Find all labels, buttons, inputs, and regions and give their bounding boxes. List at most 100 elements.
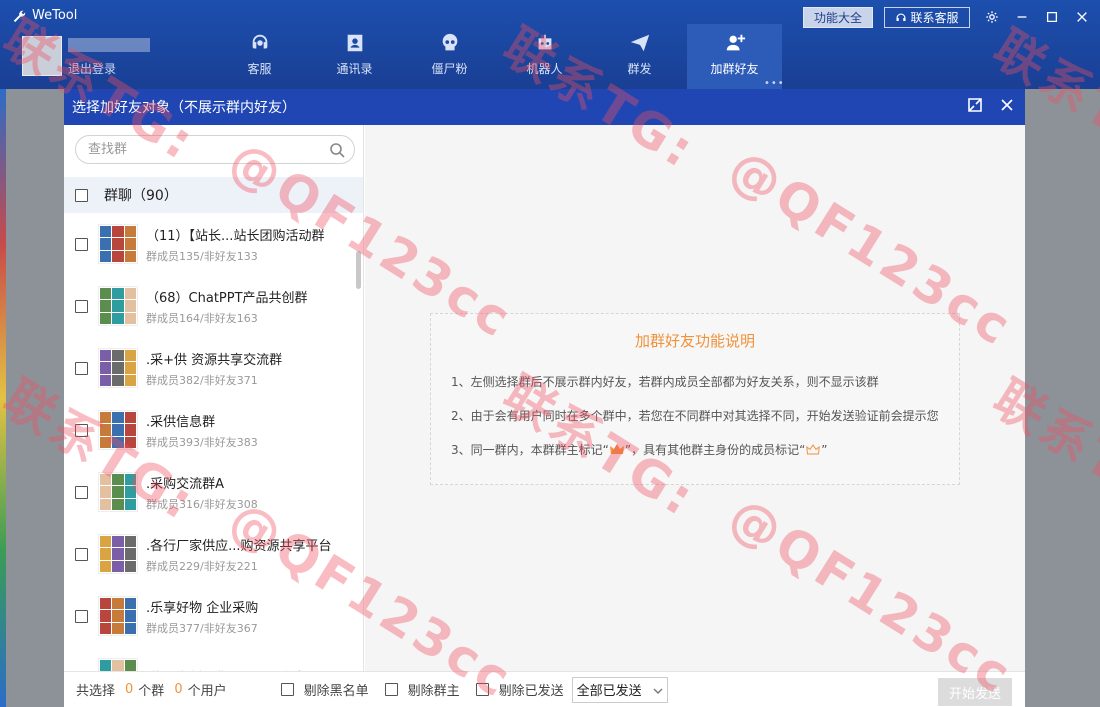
headset-icon: [252, 34, 267, 49]
group-avatar: [98, 534, 138, 574]
group-avatar: [98, 224, 138, 264]
background-desktop-right: [1025, 89, 1100, 707]
avatar[interactable]: [22, 36, 62, 76]
group-member-stats: 群成员393/非好友383: [146, 435, 258, 449]
group-avatar: [98, 658, 138, 671]
nav-item-contacts[interactable]: 通讯录: [307, 24, 402, 89]
group-name: .采+供 资源共享交流群: [146, 352, 283, 368]
list-item[interactable]: .采+供 资源共享交流群 群成员382/非好友371: [64, 337, 363, 399]
info-line-2: 2、由于会有用户同时在多个群中，若您在不同群中对其选择不同，开始发送验证前会提示…: [451, 409, 939, 423]
list-item[interactable]: .采购交流群A 群成员316/非好友308: [64, 461, 363, 523]
group-avatar: [98, 472, 138, 512]
exclude-blacklist-option[interactable]: 剔除黑名单: [280, 680, 369, 699]
info-line-3: 3、同一群内，本群群主标记“ ”，具有其他群主身份的成员标记“ ”: [451, 442, 828, 458]
main-nav: 客服 通讯录 僵尸粉 机器人 群发 加群好友: [212, 24, 782, 89]
exclude-owner-checkbox[interactable]: [384, 683, 398, 696]
list-scrollbar[interactable]: [356, 251, 361, 289]
group-checkbox[interactable]: [75, 423, 88, 437]
nav-item-robot[interactable]: 机器人: [497, 24, 592, 89]
nav-item-broadcast[interactable]: 群发: [592, 24, 687, 89]
send-icon: [630, 34, 649, 52]
group-checkbox[interactable]: [75, 547, 88, 561]
group-member-stats: 群成员135/非好友133: [146, 249, 258, 263]
dialog-close-button[interactable]: [999, 97, 1015, 117]
list-item[interactable]: .乐享好物 企业采购 群成员377/非好友367: [64, 585, 363, 647]
start-send-button[interactable]: 开始发送: [938, 678, 1012, 706]
dialog-footer: 共选择 0 个群 0 个用户 剔除黑名单 剔除群主 剔除已发送 全部已发送 开始…: [64, 671, 1025, 707]
group-checkbox[interactable]: [75, 237, 88, 251]
group-avatar: [98, 286, 138, 326]
contacts-icon: [347, 34, 362, 52]
nav-item-zombie[interactable]: 僵尸粉: [402, 24, 497, 89]
group-header-label: 群聊（90）: [104, 188, 178, 204]
group-text: （11）【站长...站长团购活动群 群成员135/非好友133: [146, 225, 324, 264]
gear-icon: [986, 11, 998, 23]
group-list: （11）【站长...站长团购活动群 群成员135/非好友133 （68）ChatPP…: [64, 213, 363, 671]
group-header-row[interactable]: 群聊（90）: [64, 177, 363, 213]
group-member-stats: 群成员316/非好友308: [146, 497, 258, 511]
add-user-icon: [726, 34, 745, 51]
logout-link[interactable]: 退出登录: [68, 60, 116, 77]
app-header: WeTool 退出登录 客服 通讯录 僵尸粉 机器人 群发 加群好友 ••• 功…: [0, 0, 1100, 89]
group-checkbox[interactable]: [75, 361, 88, 375]
minimize-icon: [1017, 16, 1027, 18]
list-item[interactable]: （11）【站长...站长团购活动群 群成员135/非好友133: [64, 213, 363, 275]
list-item[interactable]: .采供信息群 群成员393/非好友383: [64, 399, 363, 461]
search-input[interactable]: [88, 142, 318, 157]
select-all-checkbox[interactable]: [75, 188, 88, 202]
list-item[interactable]: .礼品定制百货...（零城广告册）: [64, 647, 363, 671]
more-dots[interactable]: •••: [764, 78, 785, 89]
group-name: （68）ChatPPT产品共创群: [146, 290, 308, 306]
users-unit: 个用户: [187, 684, 227, 699]
close-app-button[interactable]: [1072, 7, 1092, 27]
chevron-down-icon: [653, 688, 663, 694]
features-button[interactable]: 功能大全: [803, 7, 873, 28]
search-icon[interactable]: [329, 142, 345, 158]
expand-icon: [968, 98, 982, 112]
maximize-button[interactable]: [1042, 7, 1062, 27]
search-box: [75, 135, 355, 164]
group-name: .乐享好物 企业采购: [146, 600, 259, 616]
dialog-maximize-button[interactable]: [967, 97, 983, 117]
sent-filter-select[interactable]: 全部已发送: [571, 676, 668, 703]
group-text: .各行厂家供应...购资源共享平台 群成员229/非好友221: [146, 535, 332, 574]
list-item[interactable]: .各行厂家供应...购资源共享平台 群成员229/非好友221: [64, 523, 363, 585]
group-avatar: [98, 348, 138, 388]
window-controls: [982, 7, 1092, 27]
group-member-stats: 群成员229/非好友221: [146, 559, 258, 573]
exclude-sent-checkbox[interactable]: [475, 683, 489, 696]
selected-groups-count: 0: [125, 682, 134, 697]
list-item[interactable]: （68）ChatPPT产品共创群 群成员164/非好友163: [64, 275, 363, 337]
info-panel: 加群好友功能说明 1、左侧选择群后不展示群内好友，若群内成员全部都为好友关系，则…: [365, 125, 1025, 671]
exclude-blacklist-checkbox[interactable]: [280, 683, 294, 696]
group-text: .采购交流群A 群成员316/非好友308: [146, 473, 258, 512]
nav-item-kefu[interactable]: 客服: [212, 24, 307, 89]
group-avatar: [98, 410, 138, 450]
group-avatar: [98, 596, 138, 636]
exclude-sent-option[interactable]: 剔除已发送: [475, 680, 564, 699]
group-text: （68）ChatPPT产品共创群 群成员164/非好友163: [146, 287, 308, 326]
app-title: WeTool: [32, 8, 78, 23]
group-member-stats: 群成员382/非好友371: [146, 373, 258, 387]
feature-description-box: 加群好友功能说明 1、左侧选择群后不展示群内好友，若群内成员全部都为好友关系，则…: [430, 313, 960, 485]
support-button[interactable]: 联系客服: [884, 7, 970, 28]
settings-button[interactable]: [982, 7, 1002, 27]
group-name: （11）【站长...站长团购活动群: [146, 228, 325, 244]
skull-icon: [442, 33, 457, 51]
group-checkbox[interactable]: [75, 299, 88, 313]
group-text: .采+供 资源共享交流群 群成员382/非好友371: [146, 349, 282, 388]
crown-filled-icon: [609, 444, 624, 454]
minimize-button[interactable]: [1012, 7, 1032, 27]
exclude-owner-option[interactable]: 剔除群主: [384, 680, 460, 699]
group-name: .采购交流群A: [146, 476, 225, 492]
maximize-icon: [1046, 11, 1058, 23]
group-list-panel: 群聊（90） （11）【站长...站长团购活动群群成员135/非好友133 （68…: [64, 125, 364, 671]
info-title: 加群好友功能说明: [634, 332, 755, 350]
crown-outline-icon: [806, 444, 821, 455]
group-checkbox[interactable]: [75, 485, 88, 499]
group-checkbox[interactable]: [75, 609, 88, 623]
robot-icon: [538, 34, 551, 50]
app-brand: WeTool: [12, 8, 77, 23]
group-name: .各行厂家供应...购资源共享平台: [146, 538, 332, 554]
close-icon: [1001, 99, 1013, 111]
